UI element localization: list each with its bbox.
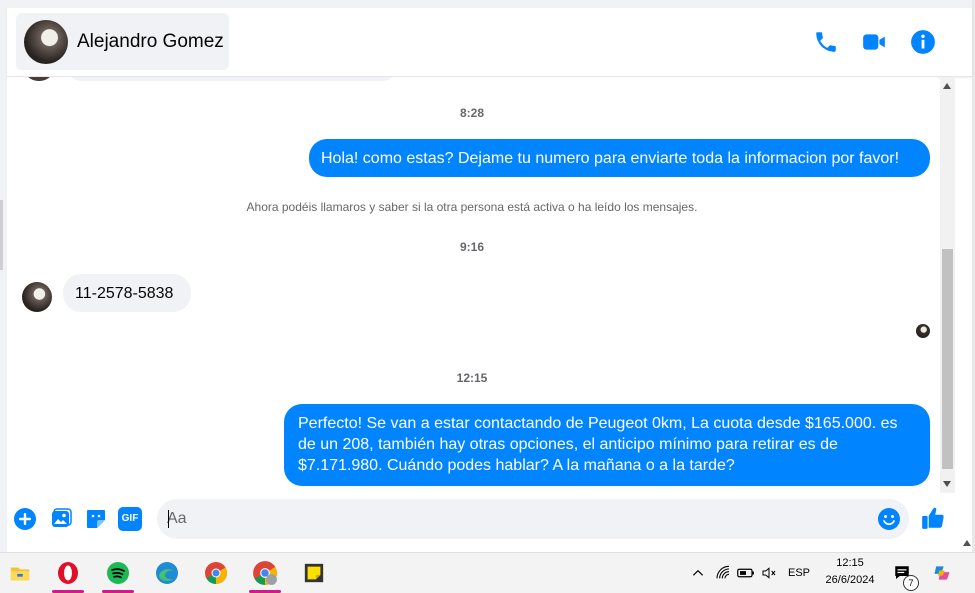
window-top-edge [0, 0, 975, 8]
outgoing-message[interactable]: Hola! como estas? Dejame tu numero para … [309, 139, 930, 177]
scroll-down-arrow[interactable] [943, 481, 951, 487]
taskbar-opera[interactable] [48, 553, 88, 593]
notification-count-badge: 7 [903, 575, 919, 591]
taskbar-file-explorer[interactable] [0, 553, 40, 593]
previous-avatar [24, 77, 54, 81]
page-scroll-arrow[interactable] [963, 540, 971, 546]
contact-name: Alejandro Gomez [77, 30, 224, 52]
file-explorer-icon [10, 567, 30, 581]
text-caret [168, 510, 169, 528]
plus-icon[interactable] [13, 507, 37, 531]
windows-taskbar: ESP 12:15 26/6/2024 7 [0, 552, 975, 593]
message-input[interactable] [167, 499, 867, 539]
clock-date: 26/6/2024 [825, 574, 875, 586]
taskbar-sticky-notes[interactable] [294, 553, 334, 593]
taskbar-clock[interactable]: 12:15 26/6/2024 [812, 555, 888, 591]
tray-battery[interactable] [735, 553, 757, 593]
timestamp-separator: 8:28 [459, 106, 485, 120]
scroll-thumb[interactable] [942, 249, 953, 469]
battery-icon [737, 568, 754, 578]
contact-avatar-small[interactable] [22, 282, 52, 312]
taskbar-spotify[interactable] [98, 553, 138, 593]
phone-icon[interactable] [813, 29, 839, 55]
left-scroll-mark [0, 200, 3, 270]
timestamp-separator: 9:16 [459, 240, 485, 254]
sticker-icon[interactable] [84, 507, 108, 531]
outgoing-message[interactable]: Perfecto! Se van a estar contactando de … [284, 404, 930, 486]
tray-language[interactable]: ESP [783, 553, 815, 593]
opera-icon [58, 562, 78, 584]
seen-indicator-avatar [916, 324, 930, 338]
contact-profile-button[interactable]: Alejandro Gomez [16, 13, 229, 70]
message-input-box[interactable] [157, 499, 909, 539]
tray-overflow-chevron[interactable] [688, 553, 708, 593]
system-notice: Ahora podéis llamaros y saber si la otra… [246, 200, 698, 214]
contact-avatar [24, 19, 68, 64]
chrome-profile-icon [253, 561, 277, 585]
volume-muted-icon [762, 567, 776, 579]
spotify-icon [107, 562, 129, 584]
chrome-icon [205, 562, 227, 584]
left-panel-edge [0, 0, 7, 552]
tray-volume[interactable] [758, 553, 780, 593]
taskbar-chrome[interactable] [196, 553, 236, 593]
taskbar-edge[interactable] [147, 553, 187, 593]
tray-copilot[interactable] [928, 553, 956, 593]
wifi-icon [716, 565, 730, 579]
chat-scrollbar[interactable] [940, 77, 955, 493]
sticky-notes-icon [304, 563, 324, 583]
image-icon[interactable] [49, 507, 73, 531]
tray-wifi[interactable] [712, 553, 734, 593]
scroll-up-arrow[interactable] [943, 83, 951, 89]
emoji-icon[interactable] [877, 507, 901, 531]
messenger-window: Alejandro Gomez 8:28 Hola! como estas? D… [0, 0, 975, 552]
timestamp-separator: 12:15 [456, 371, 488, 385]
edge-icon [156, 562, 178, 584]
message-list[interactable]: 8:28 Hola! como estas? Dejame tu numero … [7, 77, 937, 493]
clock-time: 12:15 [836, 557, 864, 569]
gif-icon[interactable]: GIF [118, 507, 142, 531]
video-camera-icon[interactable] [861, 29, 887, 55]
incoming-message[interactable]: 11-2578-5838 [63, 274, 191, 312]
taskbar-chrome-profile[interactable] [245, 553, 285, 593]
message-composer: GIF [7, 493, 955, 552]
chat-header: Alejandro Gomez [7, 8, 972, 77]
thumbs-up-icon[interactable] [920, 505, 946, 531]
copilot-icon [934, 566, 950, 580]
chevron-up-icon [692, 569, 704, 576]
previous-message-bubble [67, 77, 397, 81]
info-icon[interactable] [910, 29, 936, 55]
